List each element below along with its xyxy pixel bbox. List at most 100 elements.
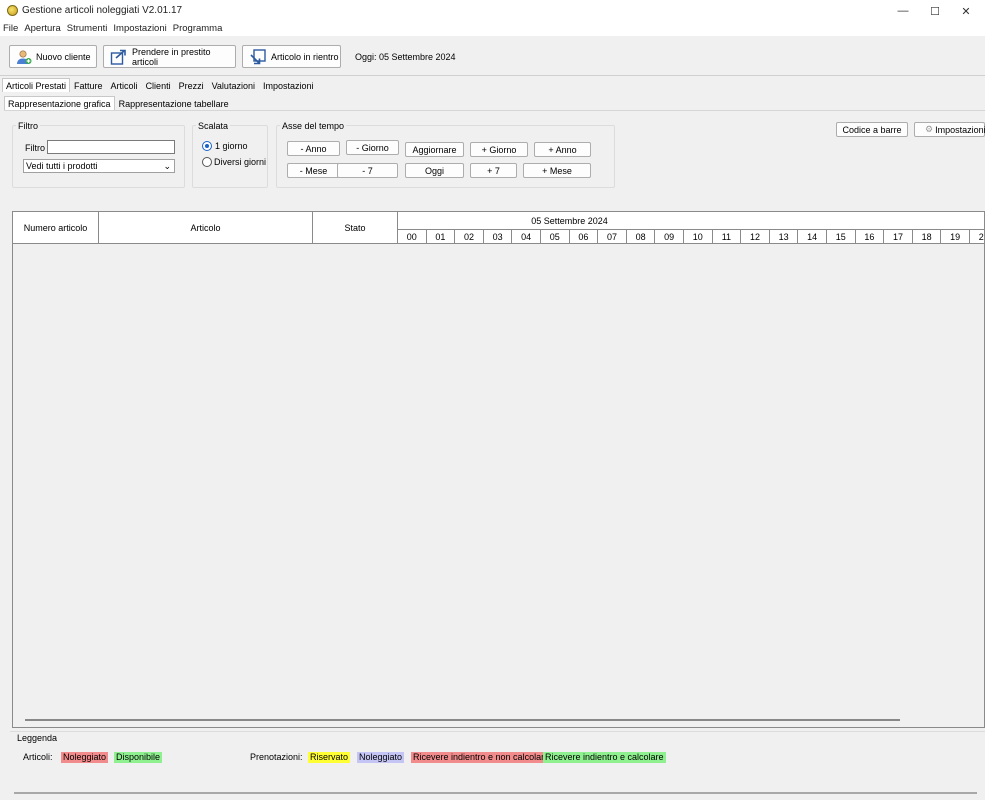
filter-label: Filtro	[25, 143, 45, 153]
menu-impostazioni[interactable]: Impostazioni	[110, 22, 169, 36]
timeline-group-title: Asse del tempo	[280, 121, 347, 131]
tab-impostazioni[interactable]: Impostazioni	[259, 78, 318, 92]
product-select[interactable]: Vedi tutti i prodotti ⌄	[23, 159, 175, 173]
hour-cell: 03	[483, 229, 513, 244]
refresh-button[interactable]: Aggiornare	[405, 142, 464, 157]
close-button[interactable]: ✕	[951, 0, 981, 22]
legend-title: Leggenda	[17, 733, 58, 743]
hour-cell: 13	[769, 229, 799, 244]
gear-icon: ⚙	[925, 124, 934, 134]
return-item-button[interactable]: Articolo in rientro	[242, 45, 341, 68]
hour-cell: 02	[455, 229, 484, 244]
hour-cell: 08	[626, 229, 656, 244]
plus-7-button[interactable]: + 7	[470, 163, 517, 178]
col-status[interactable]: Stato	[313, 212, 398, 244]
new-client-button[interactable]: Nuovo cliente	[9, 45, 97, 68]
grid-date: 05 Settembre 2024	[531, 215, 608, 226]
tab-articoli-prestati[interactable]: Articoli Prestati	[2, 78, 71, 92]
legend-return-calc: Ricevere indientro e calcolare	[543, 752, 666, 763]
tab-graphical[interactable]: Rappresentazione grafica	[4, 96, 115, 110]
hour-cell: 07	[598, 229, 627, 244]
share-out-icon	[110, 49, 126, 65]
main-tabs: Articoli Prestati Fatture Articoli Clien…	[2, 78, 318, 92]
scale-group: Scalata 1 giorno Diversi giorni	[192, 121, 268, 188]
minus-7-button[interactable]: - 7	[337, 163, 398, 178]
return-in-icon	[250, 48, 266, 64]
hour-cell: 05	[541, 229, 570, 244]
menu-file[interactable]: File	[0, 22, 21, 36]
hour-cell: 16	[855, 229, 885, 244]
hour-cell: 01	[426, 229, 456, 244]
grid-scrollbar[interactable]	[25, 719, 900, 721]
hour-cell: 09	[655, 229, 684, 244]
tab-clienti[interactable]: Clienti	[142, 78, 175, 92]
hour-cell: 12	[741, 229, 770, 244]
plus-day-button[interactable]: + Giorno	[470, 142, 528, 157]
settings-button[interactable]: ⚙ Impostazioni	[914, 122, 985, 137]
bottom-scrollbar[interactable]	[14, 792, 977, 794]
menu-apertura[interactable]: Apertura	[21, 22, 63, 36]
minimize-button[interactable]: —	[888, 0, 918, 22]
hour-cell: 18	[912, 229, 942, 244]
scale-1day-label: 1 giorno	[215, 141, 248, 151]
app-icon	[7, 5, 18, 16]
title-bar: Gestione articoli noleggiati V2.01.17 — …	[0, 0, 985, 22]
filter-group: Filtro Filtro Vedi tutti i prodotti ⌄	[12, 121, 185, 188]
filter-input[interactable]	[47, 140, 175, 154]
chevron-down-icon: ⌄	[163, 161, 171, 171]
add-user-icon	[17, 49, 32, 64]
today-date: Oggi: 05 Settembre 2024	[355, 52, 456, 62]
legend-return-no-calc: Ricevere indientro e non calcolare	[411, 752, 552, 763]
lend-items-label: Prendere in prestito articoli	[132, 46, 211, 67]
scale-group-title: Scalata	[196, 121, 231, 131]
menu-bar: File Apertura Strumenti Impostazioni Pro…	[0, 22, 985, 36]
date-header: 05 Settembre 2024	[398, 212, 984, 229]
settings-button-label: Impostazioni	[935, 124, 985, 135]
legend-rented: Noleggiato	[61, 752, 109, 763]
window-title: Gestione articoli noleggiati V2.01.17	[22, 5, 183, 16]
legend: Leggenda Articoli: Noleggiato Disponibil…	[10, 731, 985, 773]
menu-programma[interactable]: Programma	[170, 22, 226, 36]
legend-available: Disponibile	[114, 752, 163, 763]
rental-grid[interactable]: Numero articolo Articolo Stato 05 Settem…	[12, 211, 985, 728]
minus-month-button[interactable]: - Mese	[287, 163, 340, 178]
hour-cell: 17	[884, 229, 913, 244]
sub-tabs: Rappresentazione grafica Rappresentazion…	[4, 96, 233, 110]
hour-cell: 00	[398, 229, 427, 244]
today-button[interactable]: Oggi	[405, 163, 464, 178]
plus-year-button[interactable]: + Anno	[534, 142, 591, 157]
scale-1day-radio[interactable]	[202, 141, 212, 151]
minus-day-button[interactable]: - Giorno	[346, 140, 399, 155]
legend-bookings-label: Prenotazioni:	[250, 752, 303, 762]
hour-cell: 20	[970, 229, 984, 244]
hour-cell: 06	[569, 229, 599, 244]
tab-prezzi[interactable]: Prezzi	[175, 78, 208, 92]
tab-articoli[interactable]: Articoli	[107, 78, 142, 92]
tab-fatture[interactable]: Fatture	[70, 78, 107, 92]
plus-month-button[interactable]: + Mese	[523, 163, 591, 178]
col-article[interactable]: Articolo	[99, 212, 313, 244]
legend-articles-label: Articoli:	[23, 752, 53, 762]
hour-cell: 10	[684, 229, 713, 244]
maximize-button[interactable]: ☐	[920, 0, 950, 22]
hour-cell: 15	[827, 229, 856, 244]
new-client-label: Nuovo cliente	[36, 51, 91, 62]
tab-valutazioni[interactable]: Valutazioni	[208, 78, 259, 92]
minus-year-button[interactable]: - Anno	[287, 141, 340, 156]
scale-multiday-label: Diversi giorni	[214, 157, 267, 167]
legend-reserved: Riservato	[308, 752, 351, 763]
hour-cell: 11	[712, 229, 742, 244]
hour-cell: 19	[941, 229, 970, 244]
return-item-label: Articolo in rientro	[271, 51, 339, 62]
col-article-number[interactable]: Numero articolo	[13, 212, 99, 244]
menu-strumenti[interactable]: Strumenti	[64, 22, 111, 36]
barcode-button[interactable]: Codice a barre	[836, 122, 908, 137]
product-select-value: Vedi tutti i prodotti	[26, 161, 98, 171]
hour-cell: 04	[512, 229, 541, 244]
tab-tabular[interactable]: Rappresentazione tabellare	[115, 96, 233, 110]
scale-multiday-radio[interactable]	[202, 157, 212, 167]
toolbar: Nuovo cliente Prendere in prestito artic…	[0, 36, 985, 76]
legend-booked-rented: Noleggiato	[357, 752, 405, 763]
lend-items-button[interactable]: Prendere in prestito articoli	[103, 45, 236, 68]
filter-group-title: Filtro	[16, 121, 40, 131]
